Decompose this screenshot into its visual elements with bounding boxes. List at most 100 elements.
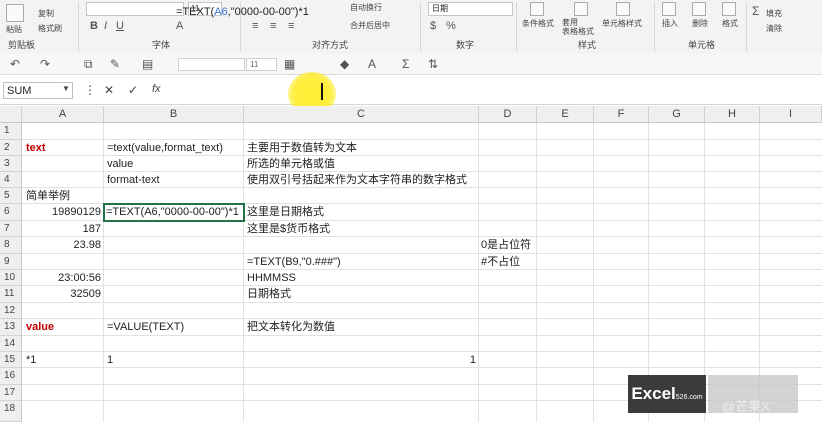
align-right-icon[interactable]: ≡ [288,20,294,32]
cell-a2[interactable]: text [26,141,46,156]
number-format-select[interactable]: 日期 [428,2,513,16]
sum-icon[interactable]: Σ [402,57,409,71]
row-header-17[interactable]: 17 [0,385,22,401]
paste-icon[interactable] [6,4,24,22]
format-painter-icon[interactable]: ✎ [110,57,120,71]
cell-d8[interactable]: 0是占位符 [481,238,531,253]
row-header-12[interactable]: 12 [0,303,22,319]
row-header-1[interactable]: 1 [0,123,22,140]
align-left-icon[interactable]: ≡ [252,20,258,32]
column-header-b[interactable]: B [104,106,244,123]
format-painter-button[interactable]: 格式刷 [38,23,62,34]
column-header-i[interactable]: I [760,106,822,123]
autosum-icon[interactable]: Σ [752,4,759,18]
select-all-corner[interactable] [0,106,22,123]
cell-c6[interactable]: 这里是日期格式 [247,205,324,220]
font-size-field[interactable]: 11 [246,58,277,71]
cell-c9[interactable]: =TEXT(B9,"0.###") [247,255,341,270]
row-header-16[interactable]: 16 [0,368,22,385]
cell-b15[interactable]: 1 [107,353,113,368]
cell-a11[interactable]: 32509 [24,287,101,302]
row-header-18[interactable]: 18 [0,401,22,422]
cell-a6[interactable]: 19890129 [24,205,101,220]
copy-button[interactable]: 复制 [38,8,54,19]
cell-b13[interactable]: =VALUE(TEXT) [107,320,184,335]
cell-b4[interactable]: format-text [107,173,160,188]
redo-icon[interactable]: ↷ [40,57,50,71]
column-header-f[interactable]: F [594,106,649,123]
align-center-icon[interactable]: ≡ [270,20,276,32]
enter-icon[interactable]: ✓ [128,83,138,97]
copy-icon[interactable]: ⧉ [84,57,93,72]
cell-c11[interactable]: 日期格式 [247,287,291,302]
column-header-d[interactable]: D [479,106,537,123]
font-color-icon[interactable]: A [176,20,183,32]
row-header-9[interactable]: 9 [0,254,22,270]
percent-icon[interactable]: % [446,20,456,32]
cell-c4[interactable]: 使用双引号括起来作为文本字符串的数字格式 [247,173,467,188]
cell-b2[interactable]: =text(value,format_text) [107,141,223,156]
cell-b6[interactable]: =TEXT(A6,"0000-00-00")*1 [106,205,239,220]
row-header-2[interactable]: 2 [0,140,22,156]
cell-c15[interactable]: 1 [246,353,476,368]
row-header-11[interactable]: 11 [0,286,22,303]
column-header-c[interactable]: C [244,106,479,123]
cell-b3[interactable]: value [107,157,133,172]
column-header-h[interactable]: H [705,106,760,123]
underline-icon[interactable]: U [116,20,124,32]
row-header-14[interactable]: 14 [0,336,22,352]
row-header-3[interactable]: 3 [0,156,22,172]
insert-function-icon[interactable]: fx [152,83,161,95]
fill-color-icon[interactable]: ◆ [340,57,349,71]
insert-button[interactable]: 插入 [662,18,678,29]
column-header-a[interactable]: A [22,106,104,123]
row-header-8[interactable]: 8 [0,237,22,254]
currency-icon[interactable]: $ [430,20,436,32]
formula-input[interactable]: =TEXT(A6,"0000-00-00")*1 [176,5,309,20]
cell-c7[interactable]: 这里是$货币格式 [247,222,330,237]
format-button[interactable]: 格式 [722,18,738,29]
cell-d9[interactable]: #不占位 [481,255,520,270]
row-header-7[interactable]: 7 [0,221,22,237]
cell-c3[interactable]: 所选的单元格或值 [247,157,335,172]
table-format-button[interactable]: 套用 表格格式 [562,18,594,36]
cell-a8[interactable]: 23.98 [24,238,101,253]
more-options-icon[interactable]: ⋮ [84,83,96,97]
conditional-format-button[interactable]: 条件格式 [522,18,554,29]
font-name-field[interactable] [178,58,245,71]
border-icon[interactable]: ▦ [284,57,295,71]
row-header-10[interactable]: 10 [0,270,22,286]
clear-button[interactable]: 清除 [766,23,782,34]
ribbon-divider [78,2,79,52]
row-header-13[interactable]: 13 [0,319,22,336]
cell-a10[interactable]: 23:00:56 [24,271,101,286]
cell-a7[interactable]: 187 [24,222,101,237]
cell-a15[interactable]: *1 [26,353,36,368]
cell-c13[interactable]: 把文本转化为数值 [247,320,335,335]
cell-c10[interactable]: HHMMSS [247,271,296,286]
name-box-dropdown-icon[interactable]: ▼ [62,84,70,93]
row-header-6[interactable]: 6 [0,204,22,221]
font-name-select[interactable] [86,2,184,16]
delete-button[interactable]: 删除 [692,18,708,29]
cell-a5[interactable]: 简单举例 [26,189,70,204]
paste-special-icon[interactable]: ▤ [142,57,153,71]
paste-button[interactable]: 粘贴 [6,24,22,35]
column-header-e[interactable]: E [537,106,594,123]
sort-icon[interactable]: ⇅ [428,57,438,71]
column-header-g[interactable]: G [649,106,705,123]
undo-icon[interactable]: ↶ [10,57,20,71]
merge-center-button[interactable]: 合并后居中 [350,20,390,31]
cell-styles-button[interactable]: 单元格样式 [602,18,642,29]
fill-button[interactable]: 填充 [766,8,782,19]
font-color-icon[interactable]: A [368,57,376,71]
bold-icon[interactable]: B [90,20,98,32]
cell-c2[interactable]: 主要用于数值转为文本 [247,141,357,156]
row-header-15[interactable]: 15 [0,352,22,368]
italic-icon[interactable]: I [104,20,107,32]
wrap-text-button[interactable]: 自动换行 [350,2,382,13]
row-header-5[interactable]: 5 [0,188,22,204]
cancel-icon[interactable]: ✕ [104,83,114,97]
cell-a13[interactable]: value [26,320,54,335]
row-header-4[interactable]: 4 [0,172,22,188]
